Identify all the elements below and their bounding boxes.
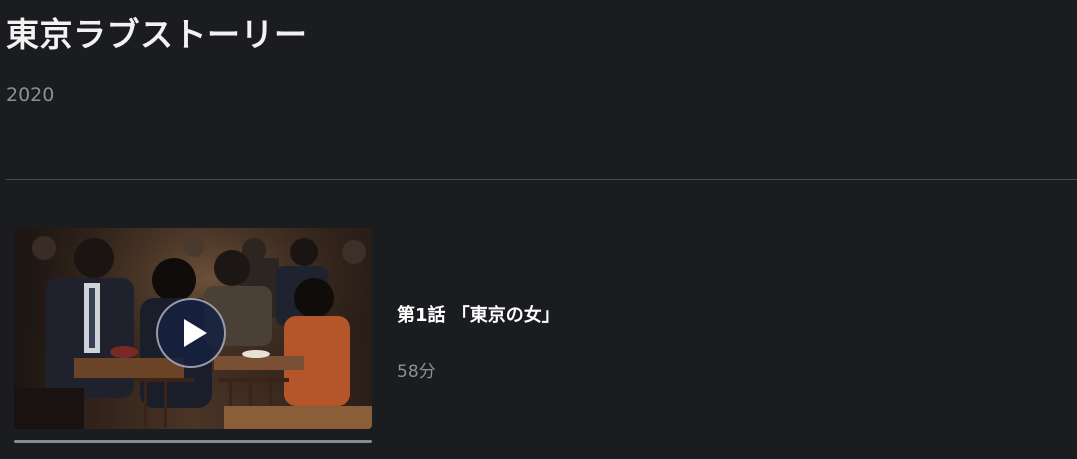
release-year: 2020 (6, 84, 55, 106)
episode-thumbnail[interactable] (14, 228, 372, 429)
watch-progress-bar (14, 440, 372, 443)
series-page: 東京ラブストーリー 2020 第1話 「東京の女」 58分 (0, 0, 1077, 459)
play-icon (184, 319, 207, 347)
episode-item[interactable]: 第1話 「東京の女」 58分 (14, 228, 1064, 448)
episode-title[interactable]: 第1話 「東京の女」 (397, 301, 560, 327)
series-title: 東京ラブストーリー (6, 15, 308, 54)
play-button[interactable] (156, 298, 226, 368)
section-divider (6, 179, 1077, 180)
episode-duration: 58分 (397, 362, 436, 382)
